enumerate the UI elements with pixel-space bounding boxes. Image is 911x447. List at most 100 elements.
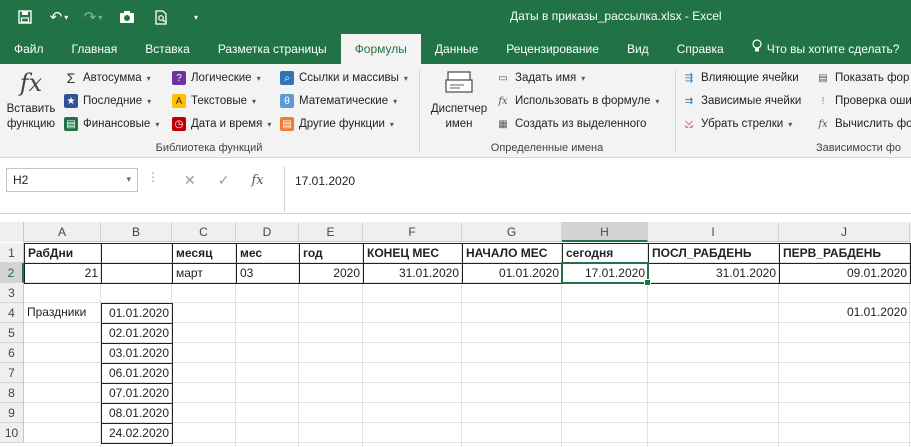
holiday-cell[interactable]: 06.01.2020 xyxy=(101,363,173,384)
cell-j2[interactable]: 09.01.2020 xyxy=(779,263,911,284)
tab-review[interactable]: Рецензирование xyxy=(492,34,613,64)
column-header-f[interactable]: F xyxy=(363,222,462,242)
insert-function-icon[interactable]: fx xyxy=(251,173,263,188)
error-checking-button[interactable]: ! Проверка оши xyxy=(816,91,911,111)
clock-icon: ◷ xyxy=(172,117,186,131)
worksheet-grid[interactable]: A B C D E F G H I J 1 2 3 4 5 6 7 8 9 10… xyxy=(0,222,911,447)
camera-icon[interactable] xyxy=(110,5,144,29)
fx-icon: fx xyxy=(19,69,43,97)
tab-formulas[interactable]: Формулы xyxy=(340,34,421,64)
cell-a1[interactable]: РабДни xyxy=(24,243,102,264)
financial-button[interactable]: ▤ Финансовые ▾ xyxy=(64,114,159,134)
lookup-button[interactable]: ⌕ Ссылки и массивы ▾ xyxy=(280,68,408,88)
holiday-cell[interactable]: 02.01.2020 xyxy=(101,323,173,344)
column-header-h[interactable]: H xyxy=(562,222,648,242)
row-header-8[interactable]: 8 xyxy=(0,383,24,403)
row-header-3[interactable]: 3 xyxy=(0,283,24,303)
name-manager-button[interactable]: Диспетчер имен xyxy=(428,68,490,132)
define-name-button[interactable]: ▭ Задать имя ▾ xyxy=(496,68,585,88)
autosum-button[interactable]: Σ Автосумма ▾ xyxy=(64,68,151,88)
row-header-7[interactable]: 7 xyxy=(0,363,24,383)
tab-file[interactable]: Файл xyxy=(0,34,58,64)
cell-b1[interactable] xyxy=(101,243,173,264)
print-preview-icon[interactable] xyxy=(144,5,178,29)
column-header-c[interactable]: C xyxy=(172,222,236,242)
cell-a2[interactable]: 21 xyxy=(24,263,102,284)
cancel-icon[interactable]: ✕ xyxy=(184,172,196,189)
evaluate-formula-button[interactable]: fx Вычислить фор xyxy=(816,114,911,134)
column-header-row: A B C D E F G H I J xyxy=(0,222,911,242)
insert-function-button[interactable]: fx Вставить функцию xyxy=(4,68,58,132)
more-functions-button[interactable]: ▤ Другие функции ▾ xyxy=(280,114,394,134)
cell-f1[interactable]: КОНЕЦ МЕС xyxy=(363,243,463,264)
cell-f2[interactable]: 31.01.2020 xyxy=(363,263,463,284)
row-header-5[interactable]: 5 xyxy=(0,323,24,343)
formula-input[interactable]: 17.01.2020 xyxy=(295,174,355,188)
tab-insert[interactable]: Вставка xyxy=(131,34,204,64)
cell-a4[interactable]: Праздники xyxy=(24,303,101,323)
cell-d1[interactable]: мес xyxy=(236,243,300,264)
column-header-a[interactable]: A xyxy=(24,222,101,242)
create-from-selection-button[interactable]: ▦ Создать из выделенного xyxy=(496,114,646,134)
cell-c1[interactable]: месяц xyxy=(172,243,237,264)
show-formulas-button[interactable]: ▤ Показать фор xyxy=(816,68,909,88)
column-header-d[interactable]: D xyxy=(236,222,299,242)
cell-g2[interactable]: 01.01.2020 xyxy=(462,263,563,284)
row-header-10[interactable]: 10 xyxy=(0,423,24,443)
cell-j1[interactable]: ПЕРВ_РАБДЕНЬ xyxy=(779,243,911,264)
cell-g1[interactable]: НАЧАЛО МЕС xyxy=(462,243,563,264)
holiday-cell[interactable]: 01.01.2020 xyxy=(101,303,173,324)
holiday-cell[interactable]: 24.02.2020 xyxy=(101,423,173,444)
remove-arrows-button[interactable]: ⤩ Убрать стрелки ▾ xyxy=(682,114,792,134)
row-header-2[interactable]: 2 xyxy=(0,263,24,283)
column-header-g[interactable]: G xyxy=(462,222,562,242)
tab-home[interactable]: Главная xyxy=(58,34,132,64)
column-header-i[interactable]: I xyxy=(648,222,779,242)
cell-i2[interactable]: 31.01.2020 xyxy=(648,263,780,284)
tab-help[interactable]: Справка xyxy=(663,34,738,64)
recent-button[interactable]: ★ Последние ▾ xyxy=(64,91,151,111)
chevron-down-icon[interactable]: ▾ xyxy=(126,174,131,185)
cell-b2[interactable] xyxy=(101,263,173,284)
holiday-cell[interactable]: 08.01.2020 xyxy=(101,403,173,424)
datetime-button[interactable]: ◷ Дата и время ▾ xyxy=(172,114,271,134)
cell-j4[interactable]: 01.01.2020 xyxy=(779,303,910,323)
undo-icon[interactable]: ↶ ▾ xyxy=(42,5,76,29)
cell-h2[interactable]: 17.01.2020 xyxy=(562,263,649,284)
text-button[interactable]: A Текстовые ▾ xyxy=(172,91,256,111)
column-header-j[interactable]: J xyxy=(779,222,910,242)
tab-page-layout[interactable]: Разметка страницы xyxy=(204,34,341,64)
cell-c2[interactable]: март xyxy=(172,263,237,284)
trace-precedents-button[interactable]: ⇶ Влияющие ячейки xyxy=(682,68,799,88)
cell-e1[interactable]: год xyxy=(299,243,364,264)
cell-e2[interactable]: 2020 xyxy=(299,263,364,284)
enter-icon[interactable]: ✓ xyxy=(218,172,230,189)
save-icon[interactable] xyxy=(8,5,42,29)
logical-button[interactable]: ? Логические ▾ xyxy=(172,68,261,88)
trace-dependents-button[interactable]: ⇉ Зависимые ячейки xyxy=(682,91,802,111)
customize-qat-icon[interactable]: ▾ xyxy=(178,5,212,29)
cell-d2[interactable]: 03 xyxy=(236,263,300,284)
define-name-label: Задать имя xyxy=(515,72,577,84)
row-header-6[interactable]: 6 xyxy=(0,343,24,363)
cell-h1[interactable]: сегодня xyxy=(562,243,649,264)
row-header-1[interactable]: 1 xyxy=(0,243,24,263)
tab-view[interactable]: Вид xyxy=(613,34,663,64)
row-header-9[interactable]: 9 xyxy=(0,403,24,423)
redo-icon[interactable]: ↷ ▾ xyxy=(76,5,110,29)
holiday-cell[interactable]: 07.01.2020 xyxy=(101,383,173,404)
math-button[interactable]: θ Математические ▾ xyxy=(280,91,397,111)
tell-me-search[interactable]: Что вы хотите сделать? xyxy=(738,34,911,64)
recent-label: Последние xyxy=(83,95,143,107)
column-header-e[interactable]: E xyxy=(299,222,363,242)
select-all-corner[interactable] xyxy=(0,222,24,242)
cell-i1[interactable]: ПОСЛ_РАБДЕНЬ xyxy=(648,243,780,264)
tab-data[interactable]: Данные xyxy=(421,34,492,64)
column-header-b[interactable]: B xyxy=(101,222,172,242)
name-box[interactable]: H2 ▾ xyxy=(6,168,138,192)
resize-handle-icon[interactable]: ⋮ xyxy=(147,170,160,184)
holiday-cell[interactable]: 03.01.2020 xyxy=(101,343,173,364)
use-in-formula-button[interactable]: fx Использовать в формуле ▾ xyxy=(496,91,659,111)
row-header-4[interactable]: 4 xyxy=(0,303,24,323)
chevron-down-icon: ▾ xyxy=(393,96,398,106)
